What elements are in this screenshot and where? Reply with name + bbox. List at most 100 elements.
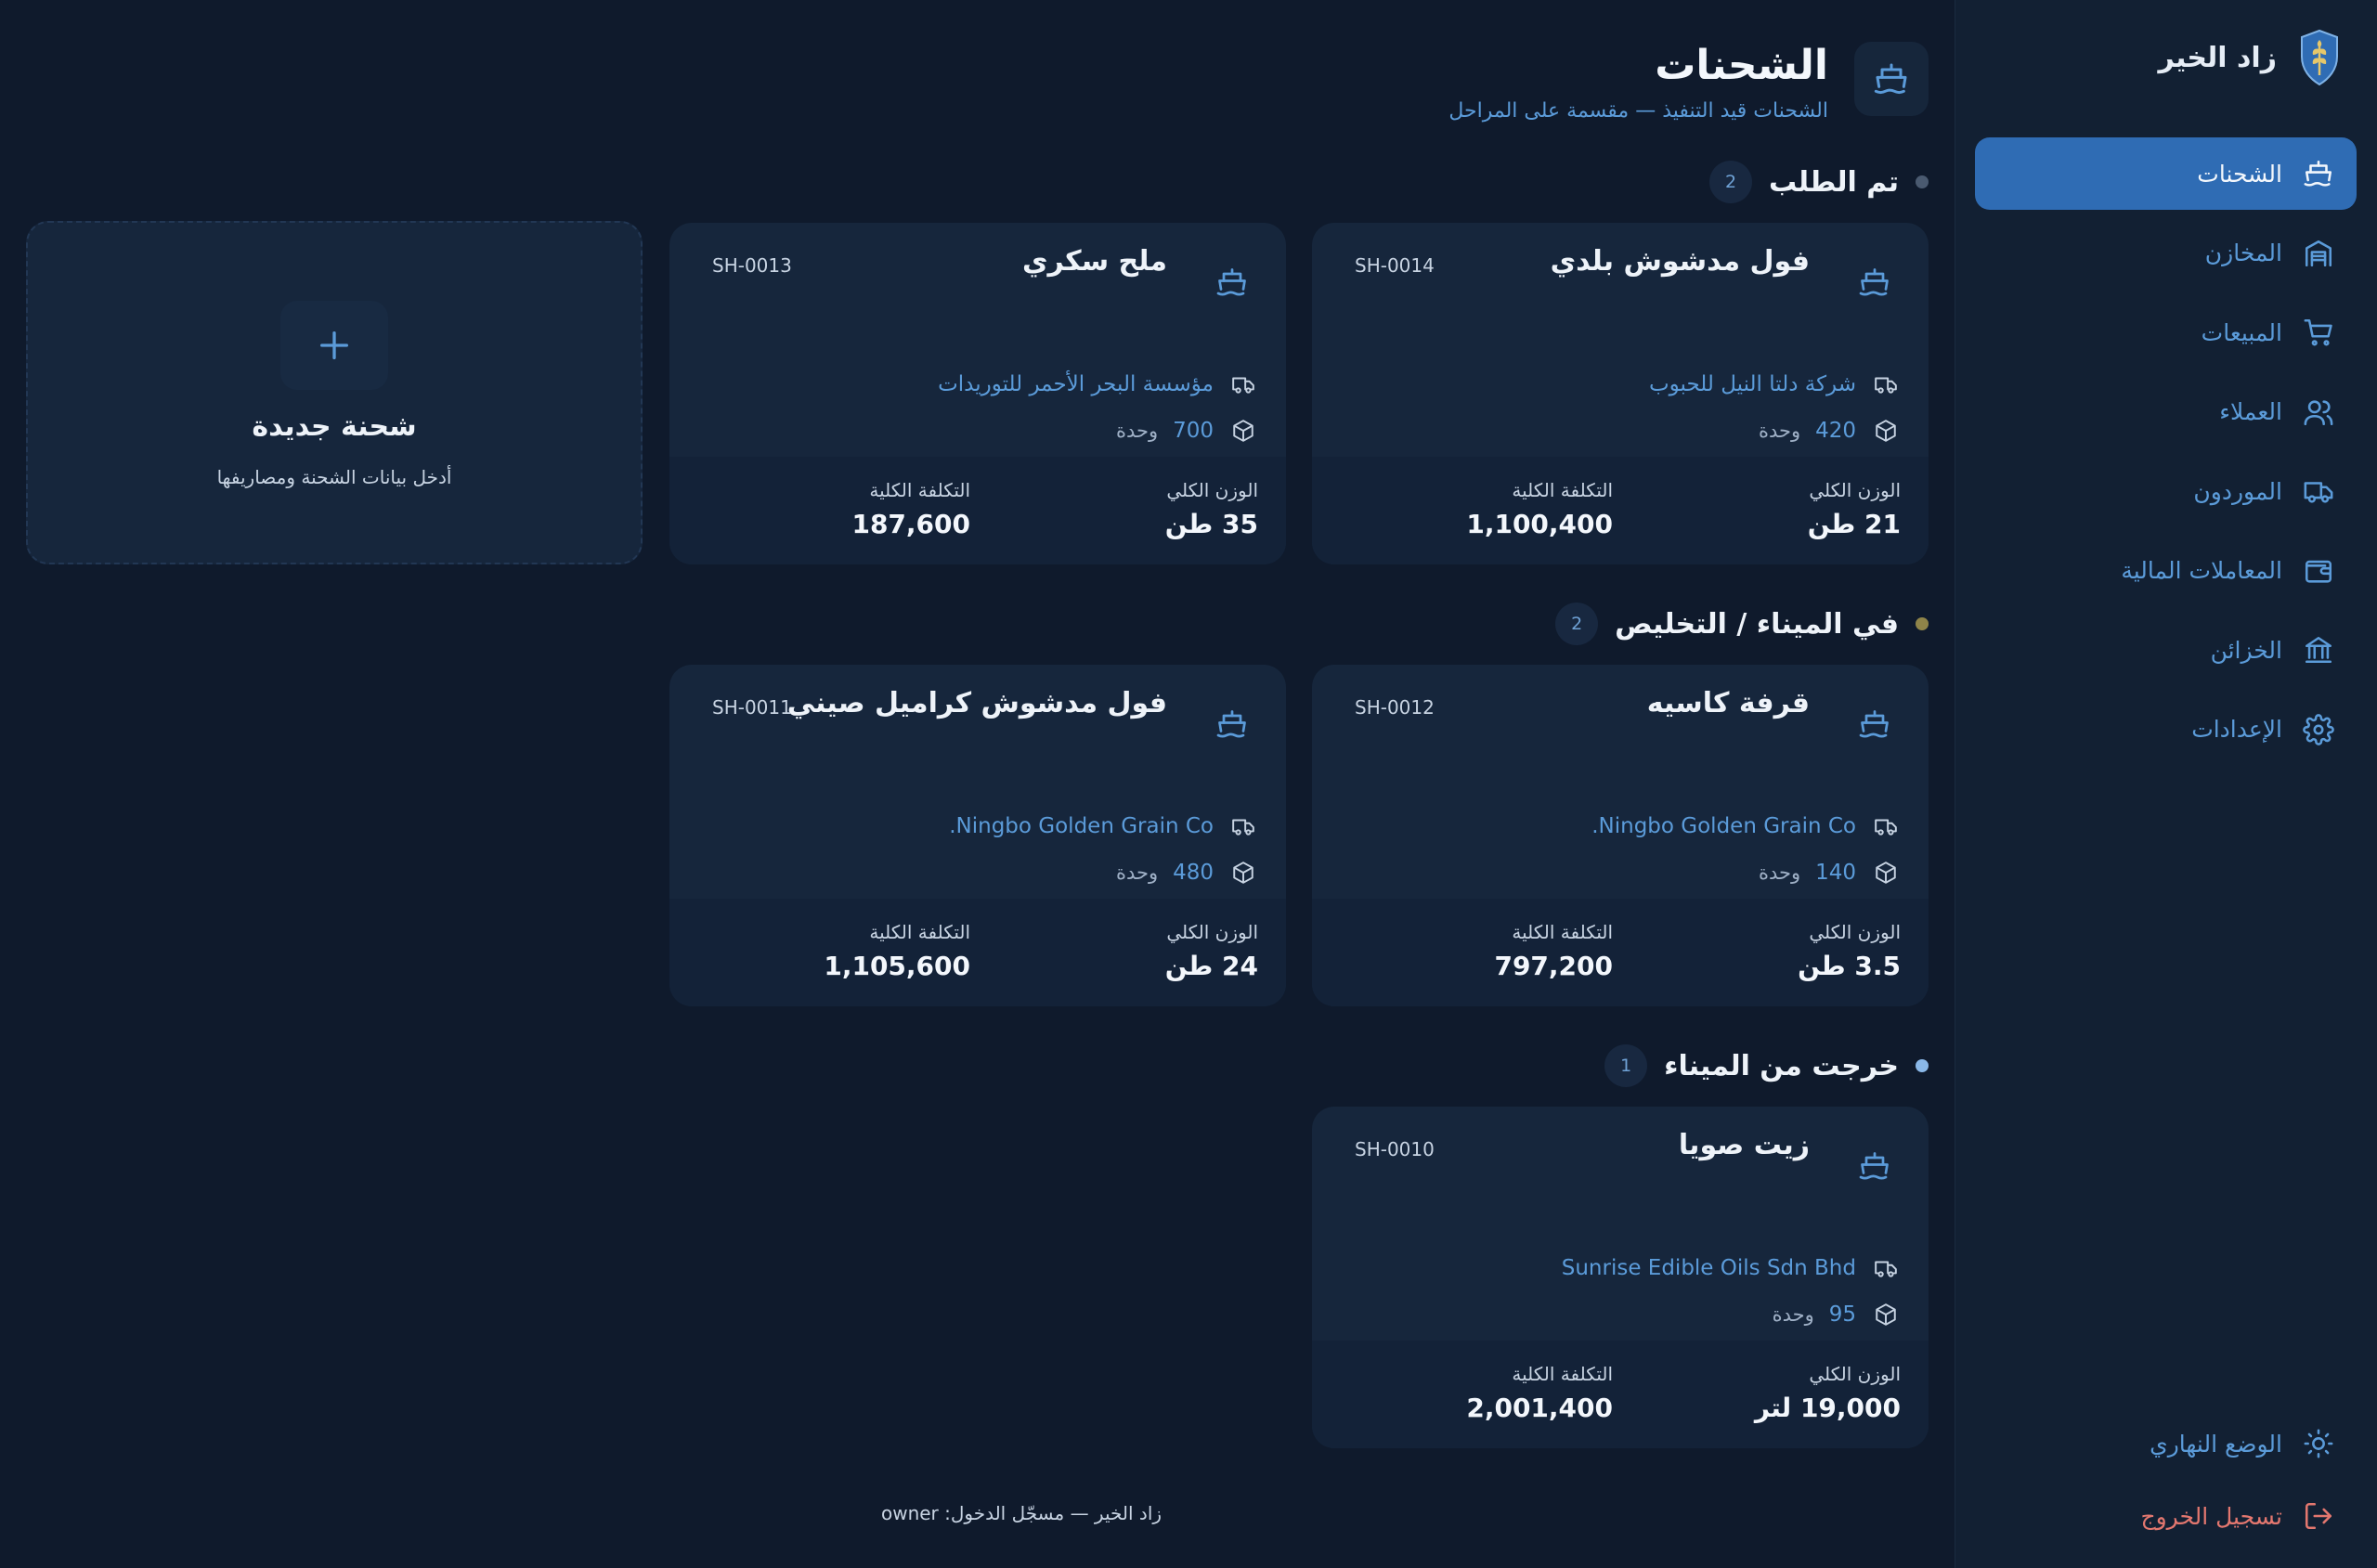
sidebar-item-suppliers[interactable]: الموردون	[1975, 455, 2357, 527]
supplier-name: مؤسسة البحر الأحمر للتوريدات	[938, 372, 1214, 396]
sidebar-item-label: المبيعات	[2201, 318, 2282, 346]
gear-icon	[2301, 712, 2336, 747]
shipment-card[interactable]: قرفة كاسيه SH-0012 Ningbo Golden Grain C…	[1312, 665, 1929, 1006]
supplier-name: Ningbo Golden Grain Co.	[949, 814, 1214, 838]
shipment-code: SH-0012	[1355, 696, 1435, 719]
theme-toggle-label: الوضع النهاري	[2150, 1430, 2282, 1458]
cost-value: 2,001,400	[1466, 1393, 1613, 1423]
truck-icon	[2301, 473, 2336, 509]
quantity-value: 420	[1815, 419, 1856, 443]
box-icon	[1228, 416, 1258, 446]
brand-name: زاد الخير	[2158, 41, 2277, 74]
cost-label: التكلفة الكلية	[1512, 1363, 1613, 1385]
cart-icon	[2301, 315, 2336, 350]
main-content: الشحنات الشحنات قيد التنفيذ — مقسمة على …	[0, 0, 1955, 1568]
stage-header-ordered: تم الطلب 2	[1708, 160, 1929, 204]
ship-icon	[1854, 42, 1929, 116]
sidebar-item-warehouses[interactable]: المخازن	[1975, 217, 2357, 290]
weight-value: 21 طن	[1807, 509, 1901, 539]
brand[interactable]: زاد الخير	[2159, 28, 2342, 87]
logout-label: تسجيل الخروج	[2140, 1502, 2282, 1530]
stage-header-port: في الميناء / التخليص 2	[1555, 602, 1929, 646]
logout-button[interactable]: تسجيل الخروج	[1975, 1484, 2357, 1549]
weight-label: الوزن الكلي	[1809, 479, 1901, 501]
ship-icon	[1849, 1140, 1901, 1192]
quantity-unit: وحدة	[1758, 862, 1801, 884]
stage-count-badge: 1	[1604, 1044, 1648, 1087]
supplier-name: شركة دلتا النيل للحبوب	[1648, 372, 1856, 396]
quantity-unit: وحدة	[1115, 862, 1159, 884]
logout-icon	[2301, 1498, 2336, 1534]
ship-icon	[1206, 256, 1258, 308]
cost-value: 797,200	[1494, 951, 1613, 981]
page-header: الشحنات الشحنات قيد التنفيذ — مقسمة على …	[1448, 42, 1929, 123]
sidebar-item-settings[interactable]: الإعدادات	[1975, 693, 2357, 766]
cost-value: 1,100,400	[1466, 509, 1613, 539]
supplier-name: Ningbo Golden Grain Co.	[1591, 814, 1856, 838]
shipment-code: SH-0010	[1355, 1138, 1435, 1160]
weight-label: الوزن الكلي	[1166, 921, 1258, 943]
weight-label: الوزن الكلي	[1166, 479, 1258, 501]
shipment-card[interactable]: زيت صويا SH-0010 Sunrise Edible Oils Sdn…	[1312, 1107, 1929, 1448]
weight-value: 24 طن	[1164, 951, 1258, 981]
new-shipment-card[interactable]: شحنة جديدة أدخل بيانات الشحنة ومصاريفها	[26, 221, 643, 564]
sidebar-item-label: الإعدادات	[2191, 716, 2282, 743]
weight-value: 35 طن	[1164, 509, 1258, 539]
cost-label: التكلفة الكلية	[869, 921, 970, 943]
new-shipment-title: شحنة جديدة	[252, 410, 417, 443]
stage-dot	[1916, 1059, 1929, 1072]
wheat-shield-icon	[2297, 28, 2342, 87]
shipment-name: فول مدشوش بلدي	[1550, 245, 1810, 278]
shipment-code: SH-0014	[1355, 254, 1435, 277]
shipment-code: SH-0011	[712, 696, 792, 719]
box-icon	[1871, 1300, 1901, 1329]
quantity-value: 140	[1815, 861, 1856, 885]
plus-icon	[280, 301, 388, 390]
quantity-unit: وحدة	[1115, 420, 1159, 442]
truck-icon	[1228, 369, 1258, 399]
sidebar: زاد الخير الشحنات المخازن المبيعات العمل…	[1955, 0, 2377, 1568]
shipment-code: SH-0013	[712, 254, 792, 277]
cost-label: التكلفة الكلية	[1512, 921, 1613, 943]
shipment-card[interactable]: فول مدشوش كراميل صيني SH-0011 Ningbo Gol…	[669, 665, 1286, 1006]
quantity-unit: وحدة	[1758, 420, 1801, 442]
box-icon	[1871, 416, 1901, 446]
stage-dot	[1916, 617, 1929, 630]
sidebar-item-label: العملاء	[2219, 398, 2282, 425]
weight-value: 3.5 طن	[1798, 951, 1901, 981]
users-icon	[2301, 395, 2336, 430]
shipment-name: قرفة كاسيه	[1646, 687, 1810, 719]
weight-label: الوزن الكلي	[1809, 1363, 1901, 1385]
ship-icon	[1849, 256, 1901, 308]
footer-status: زاد الخير — مسجّل الدخول: owner	[880, 1502, 1163, 1524]
theme-toggle-button[interactable]: الوضع النهاري	[1975, 1411, 2357, 1476]
truck-icon	[1871, 369, 1901, 399]
cost-label: التكلفة الكلية	[1512, 479, 1613, 501]
stage-dot	[1916, 175, 1929, 188]
ship-icon	[1849, 698, 1901, 750]
truck-icon	[1228, 811, 1258, 841]
shipment-card[interactable]: ملح سكري SH-0013 مؤسسة البحر الأحمر للتو…	[669, 223, 1286, 564]
quantity-value: 700	[1173, 419, 1214, 443]
sidebar-item-treasuries[interactable]: الخزائن	[1975, 614, 2357, 686]
sidebar-item-label: المخازن	[2204, 240, 2282, 266]
shipment-name: ملح سكري	[1022, 245, 1167, 278]
sidebar-item-shipments[interactable]: الشحنات	[1975, 137, 2357, 210]
cost-value: 187,600	[851, 509, 970, 539]
ship-icon	[1206, 698, 1258, 750]
sidebar-item-customers[interactable]: العملاء	[1975, 376, 2357, 448]
quantity-unit: وحدة	[1772, 1303, 1814, 1326]
page-subtitle: الشحنات قيد التنفيذ — مقسمة على المراحل	[1448, 99, 1828, 123]
sidebar-item-label: المعاملات المالية	[2121, 557, 2282, 584]
sidebar-item-label: الخزائن	[2210, 636, 2282, 664]
sidebar-item-sales[interactable]: المبيعات	[1975, 296, 2357, 369]
wallet-icon	[2301, 553, 2336, 589]
stage-count-badge: 2	[1708, 161, 1752, 203]
warehouse-icon	[2301, 236, 2336, 271]
sidebar-item-transactions[interactable]: المعاملات المالية	[1975, 535, 2357, 607]
quantity-value: 95	[1828, 1302, 1856, 1327]
stage-title: خرجت من الميناء	[1664, 1049, 1899, 1082]
box-icon	[1871, 858, 1901, 888]
shipment-card[interactable]: فول مدشوش بلدي SH-0014 شركة دلتا النيل ل…	[1312, 223, 1929, 564]
new-shipment-subtitle: أدخل بيانات الشحنة ومصاريفها	[216, 466, 452, 488]
